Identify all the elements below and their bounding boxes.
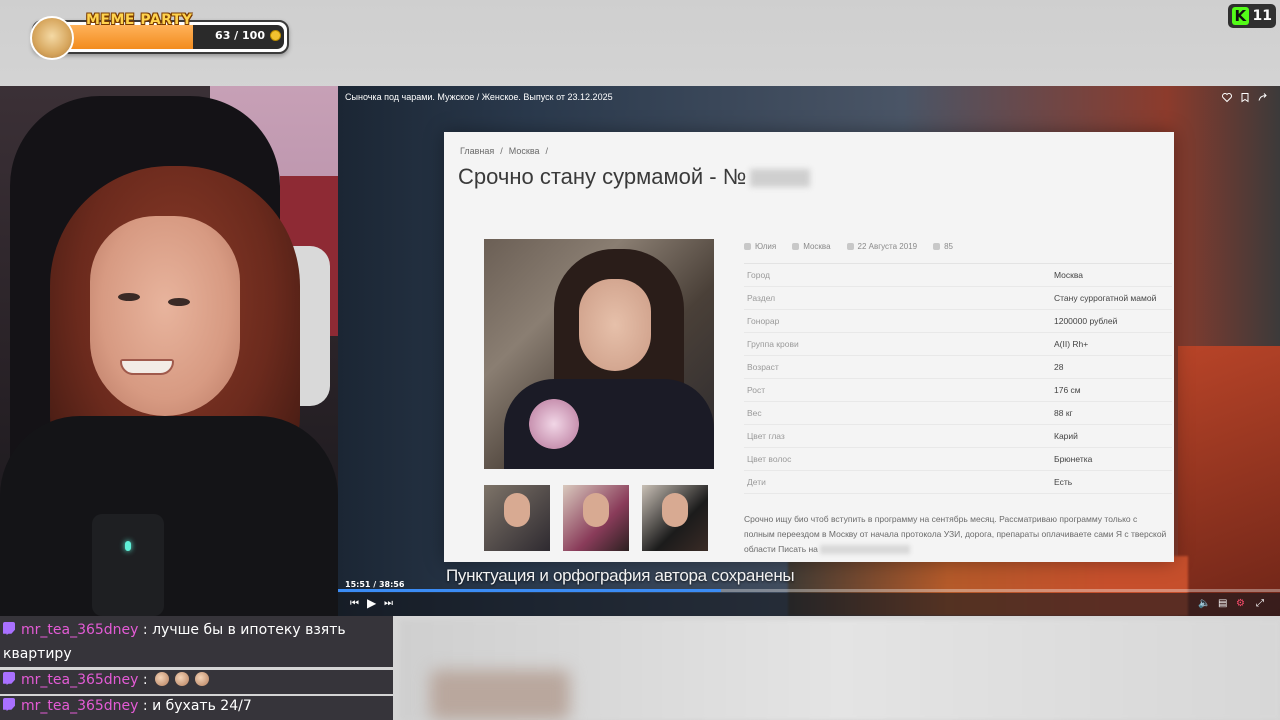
spec-row: Рост 176 см [744,379,1172,402]
listing-screenshot: Главная / Москва / Срочно стану сурмамой… [444,132,1174,562]
spec-row: Возраст 28 [744,356,1172,379]
spec-row: Гонорар 1200000 рублей [744,310,1172,333]
twitch-icon [3,672,15,685]
settings-icon[interactable]: ⚙ [1236,598,1245,610]
chat-message: mr_tea_365dney : [3,668,212,692]
chat-message: mr_tea_365dney : и бухать 24/7 [3,694,252,718]
meme-party-progress-widget: MEME PARTY 63 / 100 [30,12,289,60]
main-photo[interactable] [484,239,714,469]
webcam-feed [0,86,338,616]
censored-contact [820,545,911,555]
previous-icon[interactable]: ⏮ [350,598,359,610]
fullscreen-icon[interactable]: ⤢ [1256,598,1264,610]
video-title: Сыночка под чарами. Мужское / Женское. В… [345,92,613,102]
kick-logo-icon: K [1232,7,1249,25]
spec-row: Раздел Стану суррогатной мамой [744,287,1172,310]
chat-username[interactable]: mr_tea_365dney [21,672,138,688]
emote-icon [195,672,210,686]
chat-message: mr_tea_365dney : лучше бы в ипотеку взят… [3,622,346,662]
chat-username[interactable]: mr_tea_365dney [21,622,138,638]
kick-viewer-badge: K 11 [1228,4,1276,28]
listing-description: Срочно ищу био чтоб вступить в программу… [744,514,1167,555]
user-icon [744,243,751,250]
meme-party-count: 63 / 100 [215,29,265,42]
doge-icon [30,16,74,60]
share-icon[interactable] [1258,92,1268,103]
spec-row: Вес 88 кг [744,402,1172,425]
spec-row: Дети Есть [744,471,1172,494]
meta-author: Юлия [755,242,777,251]
spec-row: Цвет глаз Карий [744,425,1172,448]
microphone [92,514,164,616]
breadcrumb: Главная / Москва / [460,146,549,156]
photo-thumbnail[interactable] [484,485,550,551]
play-icon[interactable]: ▶ [367,597,376,609]
viewer-count: 11 [1252,8,1272,24]
video-progress-fill [338,589,722,592]
chat-overlay: mr_tea_365dney : лучше бы в ипотеку взят… [0,616,393,720]
streamer-face [90,216,240,416]
breadcrumb-home[interactable]: Главная [460,146,494,156]
chat-text: и бухать 24/7 [152,698,252,714]
emote-icon [175,672,190,686]
player-controls: ⏮ ▶ ⏭ 🔈 ▤ ⚙ ⤢ [338,593,1280,616]
spec-row: Город Москва [744,264,1172,287]
volume-icon[interactable]: 🔈 [1198,598,1210,610]
location-icon [792,243,800,250]
meta-date: 22 Августа 2019 [857,242,918,251]
listing-meta: Юлия Москва 22 Августа 2019 85 [744,242,953,251]
video-progress-bar[interactable] [338,589,1280,592]
video-player[interactable]: Сыночка под чарами. Мужское / Женское. В… [338,86,1280,616]
twitch-icon [3,698,15,711]
listing-title: Срочно стану сурмамой - № [458,164,811,190]
meta-city: Москва [803,242,831,251]
photo-thumbnail[interactable] [563,485,629,551]
spec-row: Группа крови A(II) Rh+ [744,333,1172,356]
emote-icon [155,672,170,686]
meme-party-title: MEME PARTY [86,12,193,28]
calendar-icon [846,243,854,250]
heart-icon[interactable] [1222,92,1232,103]
next-icon[interactable]: ⏭ [384,598,393,610]
background-blur-blob [430,670,570,720]
censored-number [750,169,811,188]
bookmark-icon[interactable] [1240,92,1250,103]
video-timecode: 15:51 / 38:56 [345,580,405,589]
spec-row: Цвет волос Брюнетка [744,448,1172,471]
twitch-icon [3,622,15,635]
video-actions [1222,92,1268,103]
video-caption: Пунктуация и орфография автора сохранены [446,566,795,585]
coin-icon [270,30,281,41]
specs-table: Город Москва Раздел Стану суррогатной мамо… [744,263,1172,494]
photo-thumbnail[interactable] [642,485,708,551]
background-blur [300,28,311,71]
breadcrumb-city[interactable]: Москва [509,146,540,156]
eye-icon [933,243,941,250]
chat-username[interactable]: mr_tea_365dney [21,698,138,714]
meta-views: 85 [944,242,953,251]
subtitles-icon[interactable]: ▤ [1218,598,1227,610]
